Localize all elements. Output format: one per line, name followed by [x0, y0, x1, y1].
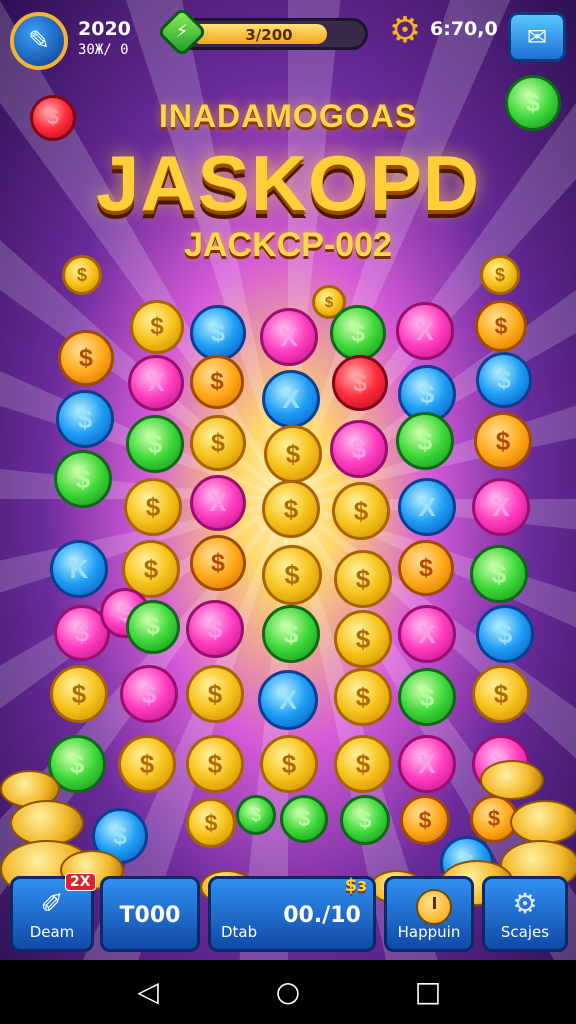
- happuin-label: Happuin: [397, 923, 461, 941]
- gold-coin[interactable]: $: [186, 665, 244, 723]
- gold-coin[interactable]: $: [334, 735, 392, 793]
- gold-coin[interactable]: $: [62, 255, 102, 295]
- green-coin[interactable]: $: [280, 795, 328, 843]
- coin-pile: [510, 800, 576, 844]
- coin-count: 6:70,0: [430, 18, 498, 40]
- blue-coin[interactable]: K: [50, 540, 108, 598]
- clock-icon: [416, 889, 452, 925]
- pink-coin[interactable]: $: [330, 420, 388, 478]
- top-hud: ✎ 2020 30Ж/ 0 3/200 ⚡ ⚙ 6:70,0 ✉: [0, 0, 576, 90]
- bet-button[interactable]: T000: [100, 876, 200, 952]
- blue-coin[interactable]: X: [258, 670, 318, 730]
- gold-coin[interactable]: $: [124, 478, 182, 536]
- orange-coin[interactable]: $: [190, 535, 246, 591]
- green-coin[interactable]: $: [505, 75, 561, 131]
- gold-coin[interactable]: $: [118, 735, 176, 793]
- title-top: INADAMOGOAS: [158, 98, 418, 134]
- red-coin[interactable]: $: [332, 355, 388, 411]
- gold-coin[interactable]: $: [334, 610, 392, 668]
- deam-button[interactable]: 2X ✐ Deam: [10, 873, 96, 952]
- gold-coin[interactable]: $: [472, 665, 530, 723]
- green-coin[interactable]: $: [262, 605, 320, 663]
- gold-coin[interactable]: $: [130, 300, 184, 354]
- orange-coin[interactable]: $: [475, 300, 527, 352]
- pink-coin[interactable]: X: [398, 605, 456, 663]
- gear-icon[interactable]: ⚙: [386, 12, 424, 50]
- bet-value: T000: [119, 903, 181, 928]
- settings-label: Scajes: [500, 923, 550, 941]
- gold-coin[interactable]: $: [260, 735, 318, 793]
- blue-coin[interactable]: $: [190, 305, 246, 361]
- gold-coin[interactable]: $: [480, 255, 520, 295]
- level-sub: 30Ж/ 0: [78, 42, 129, 58]
- green-coin[interactable]: $: [398, 668, 456, 726]
- gold-coin[interactable]: $: [332, 482, 390, 540]
- level-main: 2020: [78, 18, 131, 40]
- green-coin[interactable]: $: [126, 415, 184, 473]
- pink-coin[interactable]: X: [398, 735, 456, 793]
- green-coin[interactable]: $: [340, 795, 390, 845]
- orange-coin[interactable]: $: [58, 330, 114, 386]
- android-nav-bar: ◁ ○ □: [0, 960, 576, 1024]
- orange-coin[interactable]: $: [190, 355, 244, 409]
- avatar[interactable]: ✎: [10, 12, 68, 70]
- gold-coin[interactable]: $: [334, 550, 392, 608]
- wrench-icon: ✎: [28, 26, 50, 56]
- pink-coin[interactable]: X: [472, 478, 530, 536]
- green-coin[interactable]: $: [236, 795, 276, 835]
- gold-coin[interactable]: $: [264, 425, 322, 483]
- win-tag: $ɜ: [344, 875, 367, 896]
- deam-label: Deam: [29, 923, 75, 941]
- gold-coin[interactable]: $: [50, 665, 108, 723]
- pink-coin[interactable]: X: [396, 302, 454, 360]
- blue-coin[interactable]: $: [476, 605, 534, 663]
- blue-coin[interactable]: X: [262, 370, 320, 428]
- green-coin[interactable]: $: [126, 600, 180, 654]
- gold-coin[interactable]: $: [190, 415, 246, 471]
- blue-coin[interactable]: $: [56, 390, 114, 448]
- gold-coin[interactable]: $: [262, 480, 320, 538]
- green-coin[interactable]: $: [396, 412, 454, 470]
- pink-coin[interactable]: X: [190, 475, 246, 531]
- pink-coin[interactable]: X: [128, 355, 184, 411]
- pink-coin[interactable]: $: [120, 665, 178, 723]
- pink-coin[interactable]: $: [186, 600, 244, 658]
- title-main: JASKOPD: [95, 139, 481, 227]
- blue-coin[interactable]: X: [398, 478, 456, 536]
- orange-coin[interactable]: $: [400, 795, 450, 845]
- menu-button[interactable]: ✉: [508, 12, 566, 62]
- orange-coin[interactable]: $: [474, 412, 532, 470]
- win-label: Dtab: [221, 923, 258, 941]
- win-panel[interactable]: $ɜ 00./10 Dtab: [208, 875, 376, 952]
- brush-icon: ✐: [40, 887, 64, 920]
- gold-coin[interactable]: $: [334, 668, 392, 726]
- green-coin[interactable]: $: [330, 305, 386, 361]
- gold-coin[interactable]: $: [262, 545, 322, 605]
- home-button[interactable]: ○: [272, 976, 304, 1008]
- recent-apps-button[interactable]: □: [412, 976, 444, 1008]
- coin-pile: [480, 760, 544, 800]
- blue-coin[interactable]: $: [476, 352, 532, 408]
- menu-icon: ✉: [526, 23, 548, 51]
- gold-coin[interactable]: $: [186, 735, 244, 793]
- gold-coin[interactable]: $: [186, 798, 236, 848]
- orange-coin[interactable]: $: [398, 540, 454, 596]
- green-coin[interactable]: $: [470, 545, 528, 603]
- red-coin[interactable]: $: [30, 95, 76, 141]
- green-coin[interactable]: $: [54, 450, 112, 508]
- game-stage: ✎ 2020 30Ж/ 0 3/200 ⚡ ⚙ 6:70,0 ✉ INADAMO…: [0, 0, 576, 960]
- pink-coin[interactable]: X: [260, 308, 318, 366]
- settings-button[interactable]: ⚙ Scajes: [482, 876, 568, 952]
- back-button[interactable]: ◁: [132, 976, 164, 1008]
- gear-icon: ⚙: [512, 887, 538, 920]
- happuin-button[interactable]: Happuin: [384, 876, 474, 952]
